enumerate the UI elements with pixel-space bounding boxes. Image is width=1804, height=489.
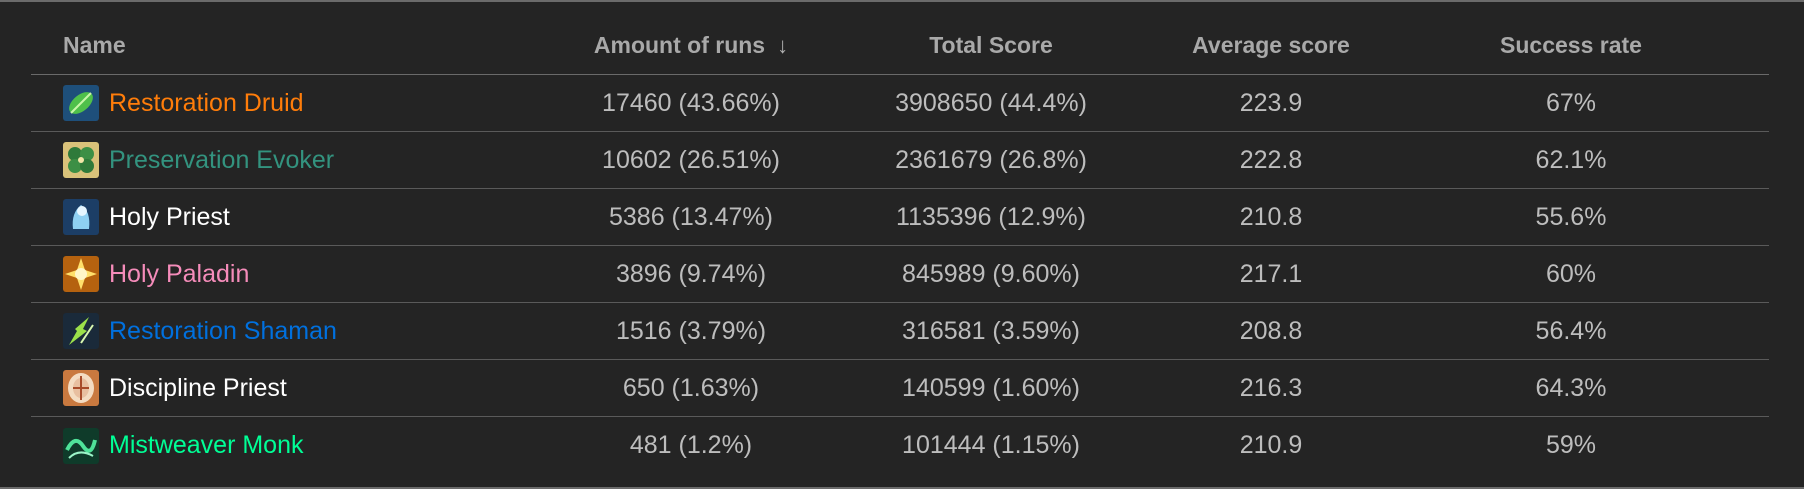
- spec-name-cell: Discipline Priest: [63, 360, 483, 416]
- table-row: Preservation Evoker 10602 (26.51%) 23616…: [31, 132, 1769, 189]
- discipline-priest-icon: [63, 370, 99, 406]
- spec-name-cell: Preservation Evoker: [63, 132, 483, 188]
- success-rate-cell: 67%: [1545, 88, 1597, 117]
- success-rate-cell: 60%: [1545, 259, 1597, 288]
- table-header: Name Amount of runs ↓ Total Score Averag…: [31, 17, 1769, 75]
- success-rate-cell: 64.3%: [1535, 373, 1607, 402]
- success-rate-cell: 56.4%: [1535, 316, 1607, 345]
- spec-name-link[interactable]: Discipline Priest: [109, 374, 287, 403]
- spec-name-link[interactable]: Holy Priest: [109, 203, 230, 232]
- spec-name-link[interactable]: Mistweaver Monk: [109, 431, 304, 460]
- spec-name-link[interactable]: Restoration Druid: [109, 89, 304, 118]
- restoration-shaman-icon: [63, 313, 99, 349]
- restoration-druid-icon: [63, 85, 99, 121]
- spec-name-cell: Holy Paladin: [63, 246, 483, 302]
- column-header-success[interactable]: Success rate: [1331, 17, 1804, 74]
- holy-priest-icon: [63, 199, 99, 235]
- spec-name-cell: Mistweaver Monk: [63, 417, 483, 474]
- mistweaver-monk-icon: [63, 427, 99, 464]
- spec-table: Name Amount of runs ↓ Total Score Averag…: [31, 17, 1769, 474]
- column-header-name-label: Name: [63, 32, 126, 58]
- spec-name-link[interactable]: Preservation Evoker: [109, 146, 334, 175]
- table-row: Restoration Druid 17460 (43.66%) 3908650…: [31, 75, 1769, 132]
- column-header-average-label: Average score: [1192, 32, 1350, 58]
- table-row: Mistweaver Monk 481 (1.2%) 101444 (1.15%…: [31, 417, 1769, 474]
- table-row: Discipline Priest 650 (1.63%) 140599 (1.…: [31, 360, 1769, 417]
- column-header-runs-label: Amount of runs: [593, 32, 766, 58]
- table-row: Restoration Shaman 1516 (3.79%) 316581 (…: [31, 303, 1769, 360]
- preservation-evoker-icon: [63, 142, 99, 178]
- spec-name-link[interactable]: Restoration Shaman: [109, 317, 337, 346]
- column-header-name[interactable]: Name: [63, 17, 483, 74]
- success-rate-cell: 59%: [1545, 431, 1597, 459]
- holy-paladin-icon: [63, 256, 99, 292]
- success-rate-cell: 62.1%: [1535, 145, 1607, 174]
- spec-name-link[interactable]: Holy Paladin: [109, 260, 249, 289]
- table-row: Holy Paladin 3896 (9.74%) 845989 (9.60%)…: [31, 246, 1769, 303]
- column-header-success-label: Success rate: [1500, 32, 1642, 58]
- table-row: Holy Priest 5386 (13.47%) 1135396 (12.9%…: [31, 189, 1769, 246]
- spec-name-cell: Holy Priest: [63, 189, 483, 245]
- success-rate-cell: 55.6%: [1535, 202, 1607, 231]
- spec-name-cell: Restoration Druid: [63, 75, 483, 131]
- table-panel: Name Amount of runs ↓ Total Score Averag…: [0, 0, 1804, 489]
- spec-name-cell: Restoration Shaman: [63, 303, 483, 359]
